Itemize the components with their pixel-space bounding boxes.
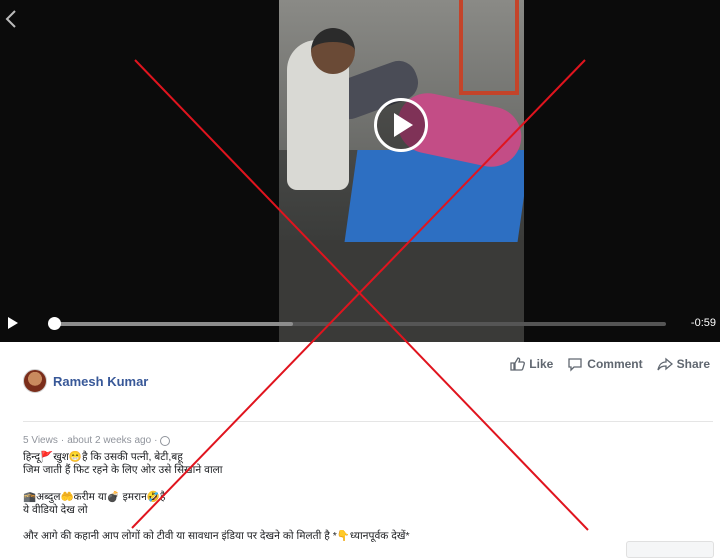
divider bbox=[23, 421, 713, 422]
meta-separator-2: · bbox=[154, 435, 158, 446]
chat-bar[interactable] bbox=[626, 541, 714, 558]
video-player[interactable]: -0:59 bbox=[0, 0, 720, 342]
like-icon bbox=[510, 357, 526, 371]
like-label: Like bbox=[529, 357, 554, 371]
scene-head bbox=[311, 28, 355, 74]
post-line-1: हिन्दू🚩खुश😁है कि उसकी पत्नी, बेटी,बहू bbox=[23, 451, 183, 463]
video-controls: -0:59 bbox=[0, 310, 720, 340]
post-text: हिन्दू🚩खुश😁है कि उसकी पत्नी, बेटी,बहू जि… bbox=[23, 451, 703, 543]
post-line-3: 🕋अब्दुल🤲करीम या💣 इमरान🤣है bbox=[23, 491, 166, 503]
globe-icon bbox=[160, 435, 171, 446]
play-button[interactable] bbox=[374, 98, 428, 152]
avatar[interactable] bbox=[23, 369, 47, 393]
post-line-2: जिम जाती हैं फिट रहने के लिए ओर उसे सिखा… bbox=[23, 463, 223, 476]
seek-thumb[interactable] bbox=[48, 317, 61, 330]
like-button[interactable]: Like bbox=[509, 356, 553, 372]
post-author: Ramesh Kumar bbox=[23, 369, 148, 393]
play-icon bbox=[394, 113, 413, 137]
share-label: Share bbox=[676, 357, 710, 371]
comment-label: Comment bbox=[587, 357, 643, 371]
meta-separator: · bbox=[60, 435, 65, 446]
post-time[interactable]: about 2 weeks ago bbox=[67, 435, 151, 446]
comment-icon bbox=[568, 358, 582, 372]
back-arrow-icon[interactable] bbox=[4, 9, 18, 29]
time-remaining: -0:59 bbox=[690, 317, 716, 329]
view-count: 5 Views bbox=[23, 435, 58, 446]
post-line-4: ये वीडियो देख लो bbox=[23, 503, 88, 516]
share-button[interactable]: Share bbox=[657, 356, 710, 372]
comment-button[interactable]: Comment bbox=[567, 356, 643, 372]
buffered-bar bbox=[54, 322, 293, 326]
control-play-icon[interactable] bbox=[8, 317, 18, 329]
video-frame bbox=[279, 0, 524, 342]
seek-bar[interactable] bbox=[54, 322, 666, 326]
post-line-5: और आगे की कहानी आप लोगों को टीवी या सावध… bbox=[23, 530, 410, 542]
share-icon bbox=[657, 357, 673, 371]
post-meta: 5 Views · about 2 weeks ago · bbox=[23, 435, 171, 446]
scene-rack bbox=[459, 0, 519, 95]
post-actions: Like Comment Share bbox=[509, 356, 710, 372]
author-name[interactable]: Ramesh Kumar bbox=[53, 374, 148, 389]
